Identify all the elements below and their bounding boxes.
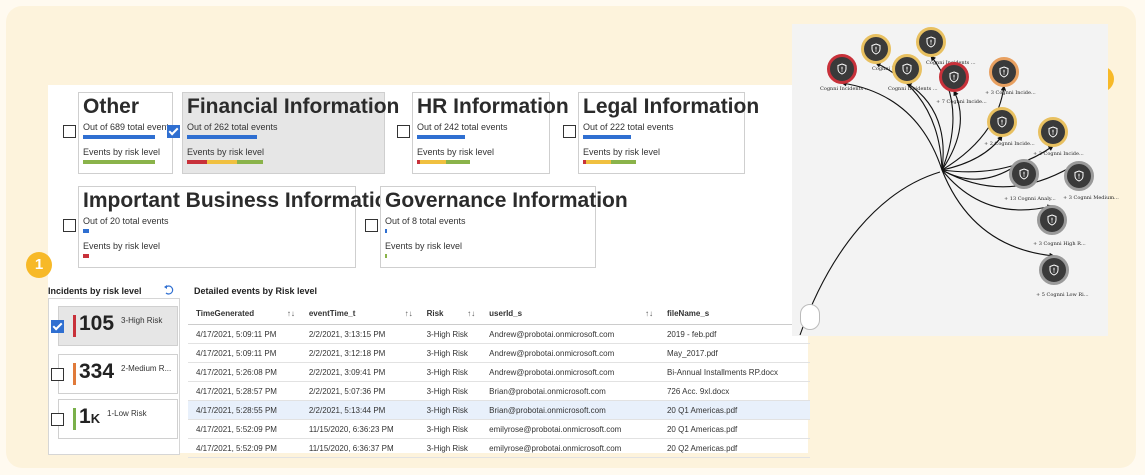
incident-node-icon[interactable]: [1064, 161, 1094, 191]
incident-node-label: + 13 Cognni Analy...: [1004, 196, 1056, 202]
incident-node-label: + 7 Cognni Incide...: [936, 99, 987, 105]
incident-node-label: + 2 Cognni Incide...: [1033, 151, 1084, 157]
incident-node-icon[interactable]: [987, 107, 1017, 137]
incident-node-label: Cognni Incidents ...: [888, 86, 938, 92]
incident-node-icon[interactable]: [939, 62, 969, 92]
incident-node-label: Cognni Incidents ...: [820, 86, 870, 92]
graph-edge: [841, 80, 943, 171]
graph-collapse-handle[interactable]: [800, 304, 820, 330]
incident-node-label: + 3 Cognni Medium...: [1063, 195, 1119, 201]
graph-edge: [906, 82, 944, 171]
incident-node-icon[interactable]: [1039, 255, 1069, 285]
incident-node-icon[interactable]: [827, 54, 857, 84]
incident-node-icon[interactable]: [892, 54, 922, 84]
incident-node-icon[interactable]: [1038, 117, 1068, 147]
incident-node-icon[interactable]: [989, 57, 1019, 87]
graph-edges: [799, 55, 1080, 336]
incident-node-label: + 3 Cognni Incide...: [985, 90, 1036, 96]
incident-node-label: + 3 Cognni High R...: [1033, 241, 1086, 247]
incident-node-icon[interactable]: [1037, 205, 1067, 235]
incident-node-icon[interactable]: [916, 27, 946, 57]
incident-node-icon[interactable]: [1009, 159, 1039, 189]
incident-node-label: + 5 Cognni Low Ri...: [1036, 292, 1089, 298]
incident-node-label: + 2 Cognni Incide...: [984, 141, 1035, 147]
incident-node-icon[interactable]: [861, 34, 891, 64]
